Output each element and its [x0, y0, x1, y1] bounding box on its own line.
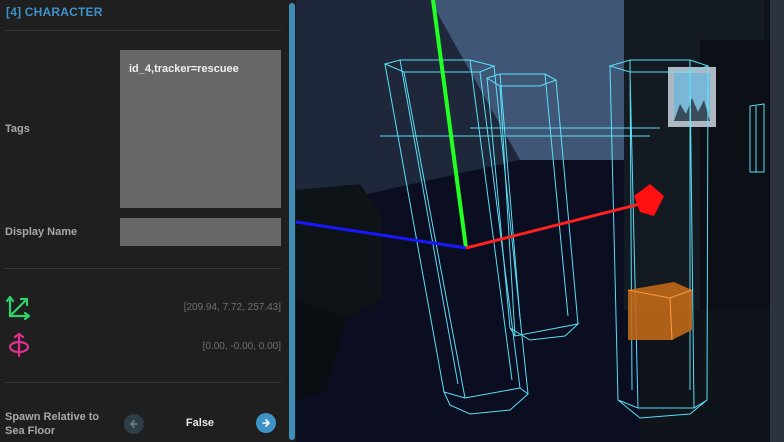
furniture — [296, 184, 382, 318]
prev-value-button[interactable] — [124, 414, 144, 434]
arrow-left-icon — [130, 420, 138, 428]
display-name-label: Display Name — [5, 226, 78, 238]
panel-scrollbar[interactable] — [289, 3, 295, 440]
position-value: [209.94, 7.72, 257.43] — [183, 302, 281, 313]
divider — [5, 382, 281, 383]
tags-label: Tags — [5, 123, 30, 135]
rotate-icon — [8, 333, 30, 358]
scene-viewport[interactable] — [296, 0, 784, 442]
panel-header: [4] CHARACTER — [6, 5, 103, 19]
rotation-value: [0.00, -0.00, 0.00] — [202, 341, 281, 352]
inspector-panel: [4] CHARACTER Tags id_4,tracker=rescuee … — [0, 0, 291, 442]
tags-value: id_4,tracker=rescuee — [129, 63, 239, 75]
move-axes-icon — [6, 295, 31, 320]
orange-box — [628, 282, 692, 340]
divider — [5, 268, 281, 269]
door-frame — [770, 0, 784, 442]
spawn-relative-label: Spawn Relative to Sea Floor — [5, 410, 99, 438]
next-value-button[interactable] — [256, 413, 276, 433]
arrow-right-icon — [262, 419, 270, 427]
tags-input[interactable]: id_4,tracker=rescuee — [120, 50, 281, 208]
spawn-value: False — [185, 417, 215, 429]
display-name-input[interactable] — [120, 218, 281, 246]
divider — [5, 30, 281, 31]
spawn-label-line1: Spawn Relative to — [5, 411, 100, 423]
spawn-label-line2: Sea Floor — [5, 425, 56, 437]
scene-render — [296, 0, 784, 442]
